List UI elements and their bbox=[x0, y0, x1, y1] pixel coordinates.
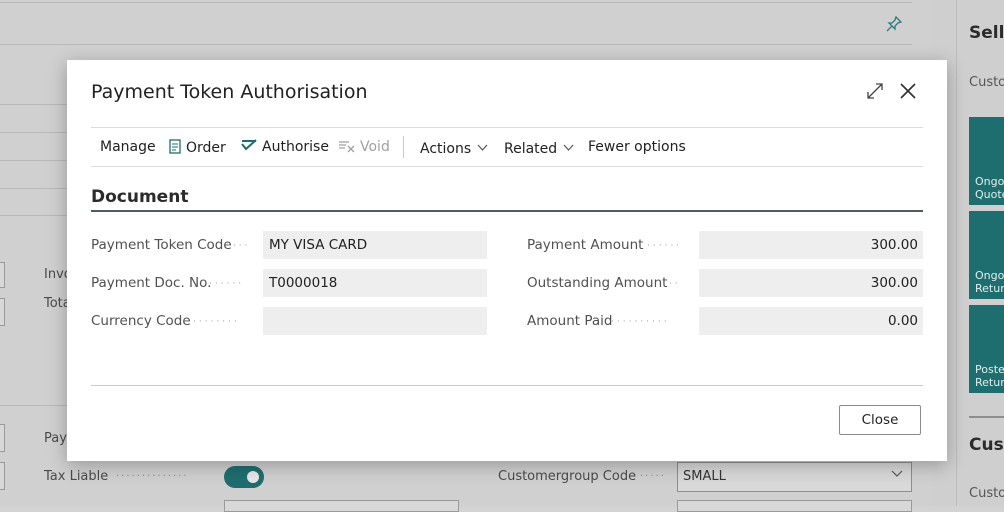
payment-amount-field: 300.00 bbox=[699, 231, 923, 259]
close-icon[interactable] bbox=[897, 80, 919, 102]
outstanding-amount-field: 300.00 bbox=[699, 269, 923, 297]
factbox-border bbox=[956, 0, 957, 506]
tax-liable-label: Tax Liable bbox=[44, 469, 109, 484]
bg-field bbox=[677, 500, 912, 512]
order-label: Order bbox=[186, 140, 226, 156]
currency-code-label: Currency Code bbox=[91, 313, 191, 329]
dialog-title: Payment Token Authorisation bbox=[91, 81, 368, 103]
related-menu[interactable]: Related bbox=[504, 139, 574, 157]
bg-field bbox=[0, 262, 5, 288]
factbox-subtitle-2: Custo bbox=[969, 486, 1004, 501]
payment-token-code-label: Payment Token Code bbox=[91, 237, 232, 253]
void-button[interactable]: Void bbox=[338, 139, 390, 157]
factbox-heading-2: Cust bbox=[969, 435, 1004, 455]
payment-token-code-value: MY VISA CARD bbox=[269, 237, 368, 253]
bg-field bbox=[0, 462, 5, 490]
outstanding-amount-label: Outstanding Amount bbox=[527, 275, 668, 291]
order-button[interactable]: Order bbox=[169, 139, 226, 158]
outstanding-amount-value: 300.00 bbox=[870, 275, 918, 291]
document-icon bbox=[169, 139, 181, 158]
payment-token-code-field[interactable]: MY VISA CARD bbox=[263, 231, 487, 259]
action-bar: Manage Order Authorise Void Actions Rela… bbox=[91, 128, 923, 166]
leader-dots: ···· bbox=[227, 241, 251, 251]
bg-divider bbox=[0, 104, 70, 105]
payment-doc-no-value: T0000018 bbox=[269, 275, 338, 291]
cue-tile-quotes[interactable]: Ongo Quote bbox=[969, 117, 1004, 205]
tax-liable-toggle[interactable] bbox=[224, 466, 264, 488]
section-title-document: Document bbox=[91, 187, 189, 207]
bg-divider bbox=[0, 44, 912, 45]
cue-tile-label: Ongo Retur bbox=[975, 269, 1004, 295]
bg-field bbox=[0, 298, 5, 326]
currency-code-field[interactable] bbox=[263, 307, 487, 335]
factbox-heading: Sell- bbox=[969, 23, 1004, 43]
factbox-divider bbox=[969, 416, 1004, 418]
bg-leader-dots: ·············· bbox=[116, 471, 189, 482]
leader-dots: ······ bbox=[209, 279, 245, 289]
customergroup-code-label: Customergroup Code bbox=[498, 469, 637, 484]
leader-dots: ········ bbox=[193, 317, 240, 327]
close-button[interactable]: Close bbox=[839, 405, 921, 435]
payment-amount-label: Payment Amount bbox=[527, 237, 644, 253]
payment-amount-value: 300.00 bbox=[870, 237, 918, 253]
customergroup-code-value: SMALL bbox=[683, 469, 726, 484]
footer-divider bbox=[91, 385, 923, 386]
pin-icon[interactable] bbox=[886, 15, 903, 36]
related-label: Related bbox=[504, 141, 558, 157]
action-bar-bottom-border bbox=[91, 166, 923, 167]
action-bar-separator bbox=[403, 136, 404, 158]
authorise-label: Authorise bbox=[262, 139, 329, 155]
cue-tile-posted-returns[interactable]: Poste Retur bbox=[969, 305, 1004, 393]
bg-divider bbox=[0, 132, 70, 133]
cue-tile-label: Ongo Quote bbox=[975, 175, 1004, 201]
amount-paid-field: 0.00 bbox=[699, 307, 923, 335]
leader-dots: ·········· bbox=[611, 317, 670, 327]
bg-divider bbox=[0, 2, 912, 3]
bg-divider bbox=[0, 215, 70, 216]
actions-menu[interactable]: Actions bbox=[420, 139, 488, 157]
factbox-subtitle: Custo bbox=[969, 75, 1004, 90]
bg-divider bbox=[0, 188, 70, 189]
authorise-check-icon bbox=[241, 139, 257, 157]
bg-field bbox=[0, 424, 5, 452]
bg-field bbox=[224, 500, 459, 512]
bg-divider bbox=[0, 160, 70, 161]
amount-paid-label: Amount Paid bbox=[527, 313, 613, 329]
manage-menu[interactable]: Manage bbox=[100, 139, 156, 155]
chevron-down-icon bbox=[477, 139, 488, 155]
leader-dots: ······ bbox=[647, 241, 683, 251]
void-icon bbox=[338, 140, 355, 157]
expand-icon[interactable] bbox=[865, 81, 885, 101]
customergroup-code-select[interactable]: SMALL bbox=[677, 462, 912, 492]
section-divider bbox=[91, 210, 923, 212]
payment-doc-no-label: Payment Doc. No. bbox=[91, 275, 212, 291]
cue-tile-returns[interactable]: Ongo Retur bbox=[969, 211, 1004, 299]
payment-doc-no-field[interactable]: T0000018 bbox=[263, 269, 487, 297]
bg-leader-dots: ····· bbox=[640, 471, 666, 482]
toggle-knob bbox=[247, 471, 259, 483]
payment-token-dialog: Payment Token Authorisation Manage Order… bbox=[67, 60, 947, 461]
chevron-down-icon bbox=[891, 467, 903, 482]
bg-label-pay: Pay bbox=[44, 431, 67, 446]
fewer-options-button[interactable]: Fewer options bbox=[588, 139, 686, 155]
amount-paid-value: 0.00 bbox=[887, 313, 918, 329]
chevron-down-icon bbox=[563, 139, 574, 155]
authorise-button[interactable]: Authorise bbox=[241, 139, 329, 157]
leader-dots: ··· bbox=[663, 279, 681, 289]
void-label: Void bbox=[360, 139, 390, 155]
actions-label: Actions bbox=[420, 141, 472, 157]
cue-tile-label: Poste Retur bbox=[975, 363, 1004, 389]
